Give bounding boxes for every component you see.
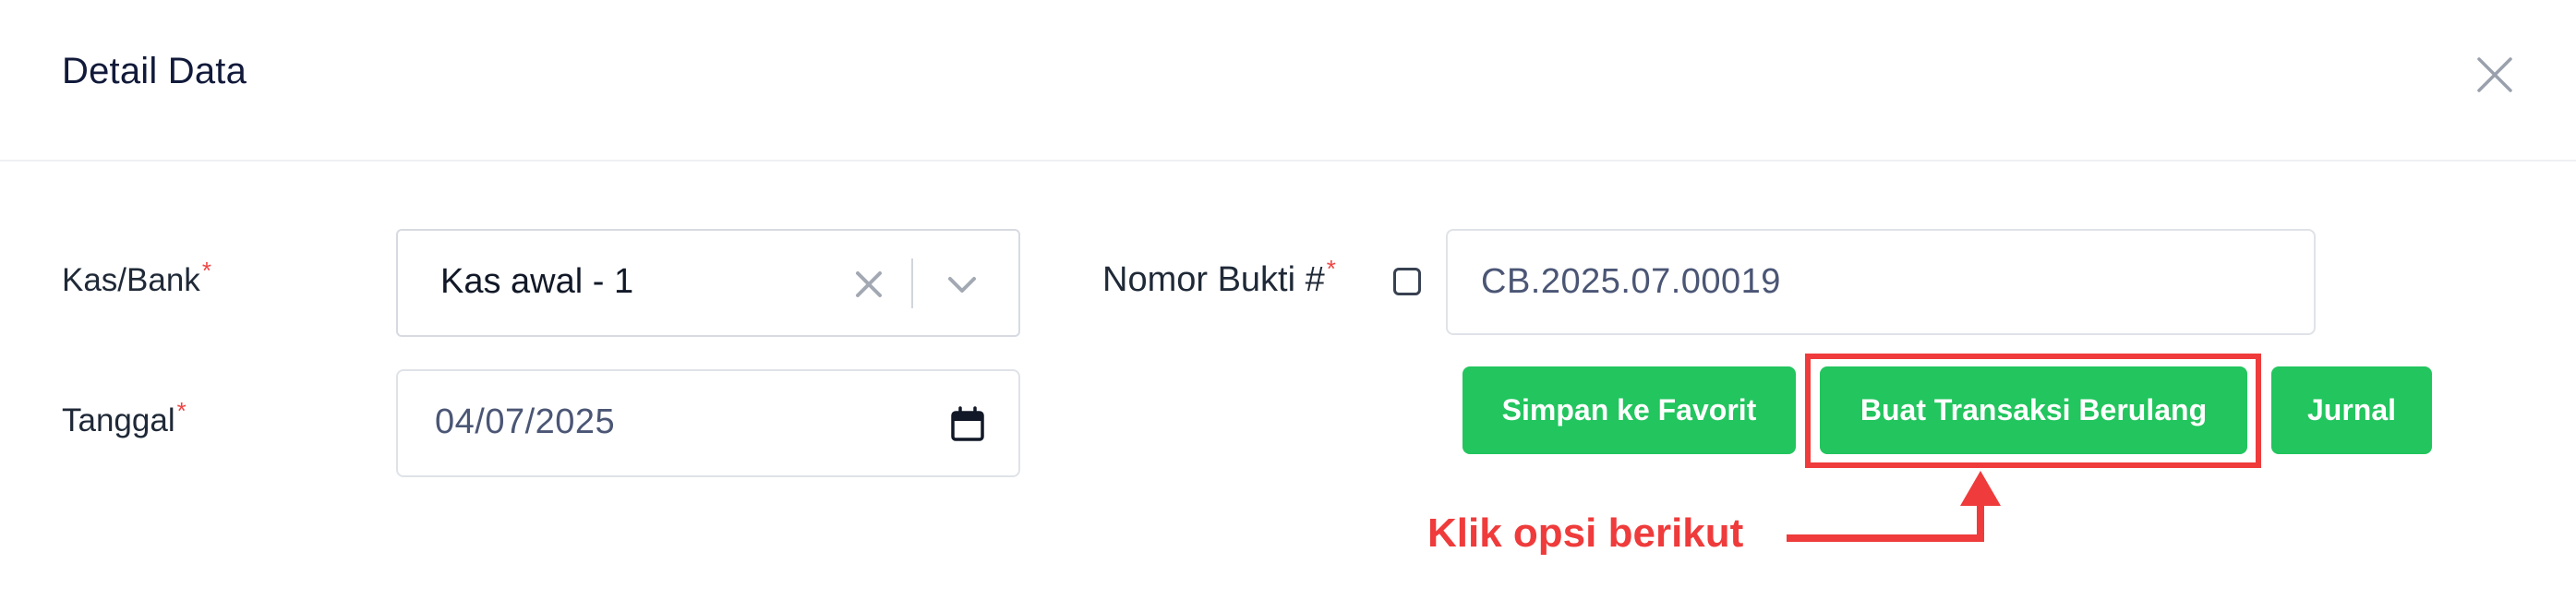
annotation-text: Klik opsi berikut bbox=[1427, 510, 1744, 556]
kas-bank-label-text: Kas/Bank bbox=[62, 262, 200, 298]
nomor-bukti-input[interactable]: CB.2025.07.00019 bbox=[1446, 229, 2316, 335]
kas-bank-label: Kas/Bank* bbox=[62, 257, 211, 299]
required-mark: * bbox=[176, 397, 187, 425]
detail-data-modal: Detail Data Kas/Bank* Kas awal - 1 Tangg bbox=[0, 0, 2576, 600]
close-icon[interactable] bbox=[2475, 55, 2514, 94]
clear-icon[interactable] bbox=[849, 264, 889, 305]
annotation-arrow-icon bbox=[1782, 466, 2022, 558]
kas-bank-select[interactable]: Kas awal - 1 bbox=[396, 229, 1020, 337]
simpan-ke-favorit-button[interactable]: Simpan ke Favorit bbox=[1463, 366, 1796, 454]
nomor-bukti-checkbox[interactable] bbox=[1393, 268, 1421, 295]
jurnal-button[interactable]: Jurnal bbox=[2271, 366, 2432, 454]
nomor-bukti-label-text: Nomor Bukti # bbox=[1102, 260, 1325, 299]
chevron-down-icon[interactable] bbox=[939, 266, 985, 303]
select-separator bbox=[911, 258, 913, 308]
required-mark: * bbox=[1326, 255, 1336, 282]
modal-header: Detail Data bbox=[0, 0, 2576, 162]
tanggal-label: Tanggal* bbox=[62, 397, 187, 439]
nomor-bukti-label: Nomor Bukti #* bbox=[1102, 255, 1336, 300]
nomor-bukti-value: CB.2025.07.00019 bbox=[1481, 262, 1781, 301]
required-mark: * bbox=[201, 257, 211, 284]
buat-transaksi-berulang-button[interactable]: Buat Transaksi Berulang bbox=[1820, 366, 2247, 454]
modal-title: Detail Data bbox=[62, 51, 247, 91]
calendar-icon[interactable] bbox=[949, 406, 986, 443]
tanggal-label-text: Tanggal bbox=[62, 402, 175, 438]
tanggal-date-input[interactable]: 04/07/2025 bbox=[396, 369, 1020, 477]
kas-bank-selected-value: Kas awal - 1 bbox=[440, 262, 634, 301]
tanggal-value: 04/07/2025 bbox=[435, 402, 616, 441]
